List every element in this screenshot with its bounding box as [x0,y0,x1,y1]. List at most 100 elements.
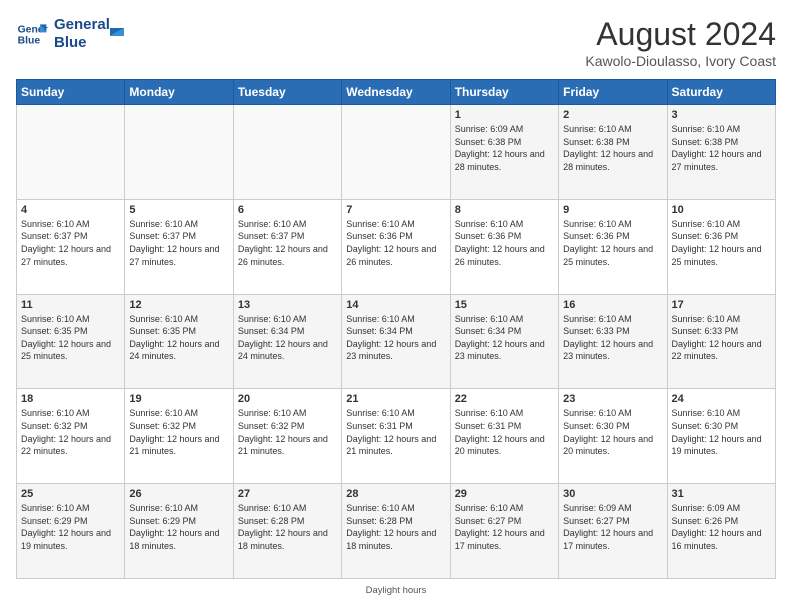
calendar-cell: 26 Sunrise: 6:10 AM Sunset: 6:29 PM Dayli… [125,484,233,579]
day-info: Sunrise: 6:10 AM Sunset: 6:31 PM Dayligh… [455,407,554,457]
calendar-cell: 8 Sunrise: 6:10 AM Sunset: 6:36 PM Daylig… [450,199,558,294]
day-number: 19 [129,393,228,405]
day-info: Sunrise: 6:09 AM Sunset: 6:26 PM Dayligh… [672,502,771,552]
calendar-cell: 15 Sunrise: 6:10 AM Sunset: 6:34 PM Dayli… [450,294,558,389]
day-number: 23 [563,393,662,405]
calendar-cell: 1 Sunrise: 6:09 AM Sunset: 6:38 PM Daylig… [450,105,558,200]
day-number: 8 [455,204,554,216]
day-number: 14 [346,299,445,311]
day-number: 13 [238,299,337,311]
day-info: Sunrise: 6:10 AM Sunset: 6:34 PM Dayligh… [455,313,554,363]
calendar-cell [125,105,233,200]
day-info: Sunrise: 6:10 AM Sunset: 6:29 PM Dayligh… [129,502,228,552]
day-info: Sunrise: 6:10 AM Sunset: 6:36 PM Dayligh… [455,218,554,268]
day-info: Sunrise: 6:10 AM Sunset: 6:33 PM Dayligh… [563,313,662,363]
calendar-cell: 4Sunrise: 6:10 AM Sunset: 6:37 PM Daylig… [17,199,125,294]
day-number: 22 [455,393,554,405]
logo-general: General [54,16,110,34]
calendar-cell: 11 Sunrise: 6:10 AM Sunset: 6:35 PM Dayli… [17,294,125,389]
calendar-week-row: 1 Sunrise: 6:09 AM Sunset: 6:38 PM Daylig… [17,105,776,200]
calendar-table: SundayMondayTuesdayWednesdayThursdayFrid… [16,79,776,579]
day-info: Sunrise: 6:10 AM Sunset: 6:38 PM Dayligh… [672,123,771,173]
calendar-cell: 19 Sunrise: 6:10 AM Sunset: 6:32 PM Dayli… [125,389,233,484]
title-section: August 2024 Kawolo-Dioulasso, Ivory Coas… [585,16,776,69]
day-number: 20 [238,393,337,405]
day-number: 18 [21,393,120,405]
day-info: Sunrise: 6:10 AM Sunset: 6:37 PM Dayligh… [21,218,120,268]
calendar-cell: 7Sunrise: 6:10 AM Sunset: 6:36 PM Daylig… [342,199,450,294]
calendar-cell: 2Sunrise: 6:10 AM Sunset: 6:38 PM Daylig… [559,105,667,200]
calendar-cell: 16 Sunrise: 6:10 AM Sunset: 6:33 PM Dayli… [559,294,667,389]
day-info: Sunrise: 6:10 AM Sunset: 6:32 PM Dayligh… [129,407,228,457]
day-number: 31 [672,488,771,500]
day-info: Sunrise: 6:10 AM Sunset: 6:30 PM Dayligh… [563,407,662,457]
calendar-day-header: Monday [125,80,233,105]
calendar-cell: 6Sunrise: 6:10 AM Sunset: 6:37 PM Daylig… [233,199,341,294]
page: General Blue General Blue August 2024 Ka… [0,0,792,612]
calendar-day-header: Wednesday [342,80,450,105]
svg-text:Blue: Blue [18,36,41,47]
calendar-cell: 21 Sunrise: 6:10 AM Sunset: 6:31 PM Dayli… [342,389,450,484]
calendar-cell: 18Sunrise: 6:10 AM Sunset: 6:32 PM Dayli… [17,389,125,484]
day-info: Sunrise: 6:10 AM Sunset: 6:31 PM Dayligh… [346,407,445,457]
day-number: 30 [563,488,662,500]
day-number: 26 [129,488,228,500]
day-info: Sunrise: 6:09 AM Sunset: 6:27 PM Dayligh… [563,502,662,552]
day-number: 3 [672,109,771,121]
calendar-cell: 27 Sunrise: 6:10 AM Sunset: 6:28 PM Dayli… [233,484,341,579]
calendar-cell: 5Sunrise: 6:10 AM Sunset: 6:37 PM Daylig… [125,199,233,294]
day-number: 12 [129,299,228,311]
calendar-cell: 25 Sunrise: 6:10 AM Sunset: 6:29 PM Dayli… [17,484,125,579]
calendar-cell: 28Sunrise: 6:10 AM Sunset: 6:28 PM Dayli… [342,484,450,579]
day-info: Sunrise: 6:10 AM Sunset: 6:34 PM Dayligh… [238,313,337,363]
logo-blue: Blue [54,34,110,52]
day-info: Sunrise: 6:10 AM Sunset: 6:37 PM Dayligh… [129,218,228,268]
page-subtitle: Kawolo-Dioulasso, Ivory Coast [585,53,776,69]
calendar-cell: 24Sunrise: 6:10 AM Sunset: 6:30 PM Dayli… [667,389,775,484]
day-info: Sunrise: 6:09 AM Sunset: 6:38 PM Dayligh… [455,123,554,173]
day-number: 25 [21,488,120,500]
calendar-cell: 10Sunrise: 6:10 AM Sunset: 6:36 PM Dayli… [667,199,775,294]
calendar-cell: 9 Sunrise: 6:10 AM Sunset: 6:36 PM Daylig… [559,199,667,294]
day-info: Sunrise: 6:10 AM Sunset: 6:28 PM Dayligh… [238,502,337,552]
day-info: Sunrise: 6:10 AM Sunset: 6:36 PM Dayligh… [563,218,662,268]
day-number: 10 [672,204,771,216]
calendar-cell [233,105,341,200]
calendar-cell: 17Sunrise: 6:10 AM Sunset: 6:33 PM Dayli… [667,294,775,389]
calendar-header-row: SundayMondayTuesdayWednesdayThursdayFrid… [17,80,776,105]
day-number: 28 [346,488,445,500]
day-info: Sunrise: 6:10 AM Sunset: 6:35 PM Dayligh… [129,313,228,363]
calendar-week-row: 25 Sunrise: 6:10 AM Sunset: 6:29 PM Dayli… [17,484,776,579]
calendar-cell: 12 Sunrise: 6:10 AM Sunset: 6:35 PM Dayli… [125,294,233,389]
day-number: 9 [563,204,662,216]
day-number: 16 [563,299,662,311]
day-number: 15 [455,299,554,311]
day-info: Sunrise: 6:10 AM Sunset: 6:35 PM Dayligh… [21,313,120,363]
calendar-week-row: 18 Sunrise: 6:10 AM Sunset: 6:32 PM Dayli… [17,389,776,484]
day-number: 17 [672,299,771,311]
day-info: Sunrise: 6:10 AM Sunset: 6:34 PM Dayligh… [346,313,445,363]
calendar-cell: 14 Sunrise: 6:10 AM Sunset: 6:34 PM Dayli… [342,294,450,389]
calendar-cell: 20 Sunrise: 6:10 AM Sunset: 6:32 PM Dayli… [233,389,341,484]
page-title: August 2024 [585,16,776,53]
day-number: 11 [21,299,120,311]
logo: General Blue General Blue [16,16,128,52]
day-number: 1 [455,109,554,121]
calendar-cell: 29Sunrise: 6:10 AM Sunset: 6:27 PM Dayli… [450,484,558,579]
calendar-cell: 31 Sunrise: 6:09 AM Sunset: 6:26 PM Dayli… [667,484,775,579]
calendar-cell [17,105,125,200]
day-info: Sunrise: 6:10 AM Sunset: 6:27 PM Dayligh… [455,502,554,552]
day-number: 24 [672,393,771,405]
day-number: 21 [346,393,445,405]
calendar-week-row: 11 Sunrise: 6:10 AM Sunset: 6:35 PM Dayli… [17,294,776,389]
calendar-day-header: Saturday [667,80,775,105]
logo-icon: General Blue [16,18,48,50]
calendar-day-header: Friday [559,80,667,105]
calendar-cell: 30 Sunrise: 6:09 AM Sunset: 6:27 PM Dayli… [559,484,667,579]
day-info: Sunrise: 6:10 AM Sunset: 6:32 PM Dayligh… [238,407,337,457]
day-number: 27 [238,488,337,500]
daylight-note: Daylight hours [16,585,776,596]
calendar-day-header: Sunday [17,80,125,105]
calendar-day-header: Thursday [450,80,558,105]
day-info: Sunrise: 6:10 AM Sunset: 6:29 PM Dayligh… [21,502,120,552]
